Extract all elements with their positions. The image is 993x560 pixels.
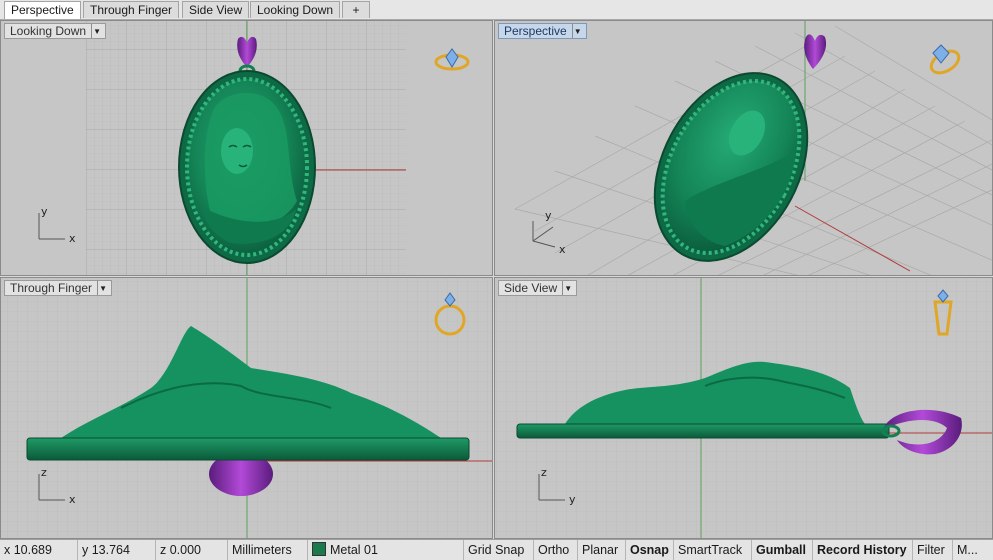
viewport-label-text: Through Finger xyxy=(10,280,93,295)
svg-text:z: z xyxy=(541,466,547,479)
svg-text:y: y xyxy=(569,493,576,506)
tab-through-finger[interactable]: Through Finger xyxy=(83,1,180,18)
chevron-down-icon[interactable]: ▼ xyxy=(91,24,102,38)
ring-orientation-gizmo[interactable] xyxy=(434,48,470,71)
chevron-down-icon[interactable]: ▼ xyxy=(97,281,108,295)
svg-text:x: x xyxy=(69,493,76,506)
status-more[interactable]: M... xyxy=(953,540,993,560)
viewport-side-view[interactable]: z y Side View ▼ xyxy=(494,277,993,539)
viewport-label-text: Looking Down xyxy=(10,23,87,38)
tab-looking-down[interactable]: Looking Down xyxy=(250,1,341,18)
toggle-smarttrack[interactable]: SmartTrack xyxy=(674,540,752,560)
toggle-ortho[interactable]: Ortho xyxy=(534,540,578,560)
toggle-grid-snap[interactable]: Grid Snap xyxy=(464,540,534,560)
add-tab-button[interactable]: + xyxy=(342,1,370,18)
viewport-tab-bar: Perspective Through Finger Side View Loo… xyxy=(0,0,993,20)
layer-name: Metal 01 xyxy=(330,543,378,557)
coord-x: x 10.689 xyxy=(0,540,78,560)
chevron-down-icon[interactable]: ▼ xyxy=(562,281,573,295)
units-display[interactable]: Millimeters xyxy=(228,540,308,560)
current-layer[interactable]: Metal 01 xyxy=(308,540,464,560)
toggle-gumball[interactable]: Gumball xyxy=(752,540,813,560)
viewport-perspective-canvas: y x xyxy=(514,21,992,275)
svg-text:y: y xyxy=(545,209,552,222)
toggle-planar[interactable]: Planar xyxy=(578,540,626,560)
svg-text:x: x xyxy=(559,243,566,256)
viewport-perspective[interactable]: y x Perspective ▼ xyxy=(494,20,993,276)
svg-text:x: x xyxy=(69,232,76,245)
chevron-down-icon[interactable]: ▼ xyxy=(571,24,583,38)
status-bar: x 10.689 y 13.764 z 0.000 Millimeters Me… xyxy=(0,539,993,560)
pendant-base xyxy=(516,423,890,439)
viewport-label-text: Perspective xyxy=(504,23,567,38)
bail-shape xyxy=(804,34,827,69)
toggle-osnap[interactable]: Osnap xyxy=(626,540,674,560)
viewport-label-side-view[interactable]: Side View ▼ xyxy=(498,280,578,296)
svg-text:z: z xyxy=(41,466,47,479)
viewport-side-view-canvas: z y xyxy=(495,278,992,538)
coord-y: y 13.764 xyxy=(78,540,156,560)
viewport-looking-down[interactable]: y x Looking Down ▼ xyxy=(0,20,493,276)
ring-orientation-gizmo[interactable] xyxy=(928,44,963,77)
pendant-base xyxy=(26,437,470,461)
toggle-filter[interactable]: Filter xyxy=(913,540,953,560)
viewport-looking-down-canvas: y x xyxy=(38,21,470,275)
viewport-label-through-finger[interactable]: Through Finger ▼ xyxy=(4,280,113,296)
toggle-record-history[interactable]: Record History xyxy=(813,540,913,560)
tab-perspective[interactable]: Perspective xyxy=(4,1,81,19)
svg-text:y: y xyxy=(41,205,48,218)
viewport-label-looking-down[interactable]: Looking Down ▼ xyxy=(4,23,107,39)
viewport-label-text: Side View xyxy=(504,280,558,295)
tab-side-view[interactable]: Side View xyxy=(182,1,250,18)
viewport-through-finger[interactable]: z x Through Finger ▼ xyxy=(0,277,493,539)
layer-color-swatch xyxy=(312,542,326,556)
coord-z: z 0.000 xyxy=(156,540,228,560)
axis-indicator: y x xyxy=(38,205,76,245)
viewport-label-perspective[interactable]: Perspective ▼ xyxy=(498,23,587,39)
viewport-through-finger-canvas: z x xyxy=(1,278,492,538)
